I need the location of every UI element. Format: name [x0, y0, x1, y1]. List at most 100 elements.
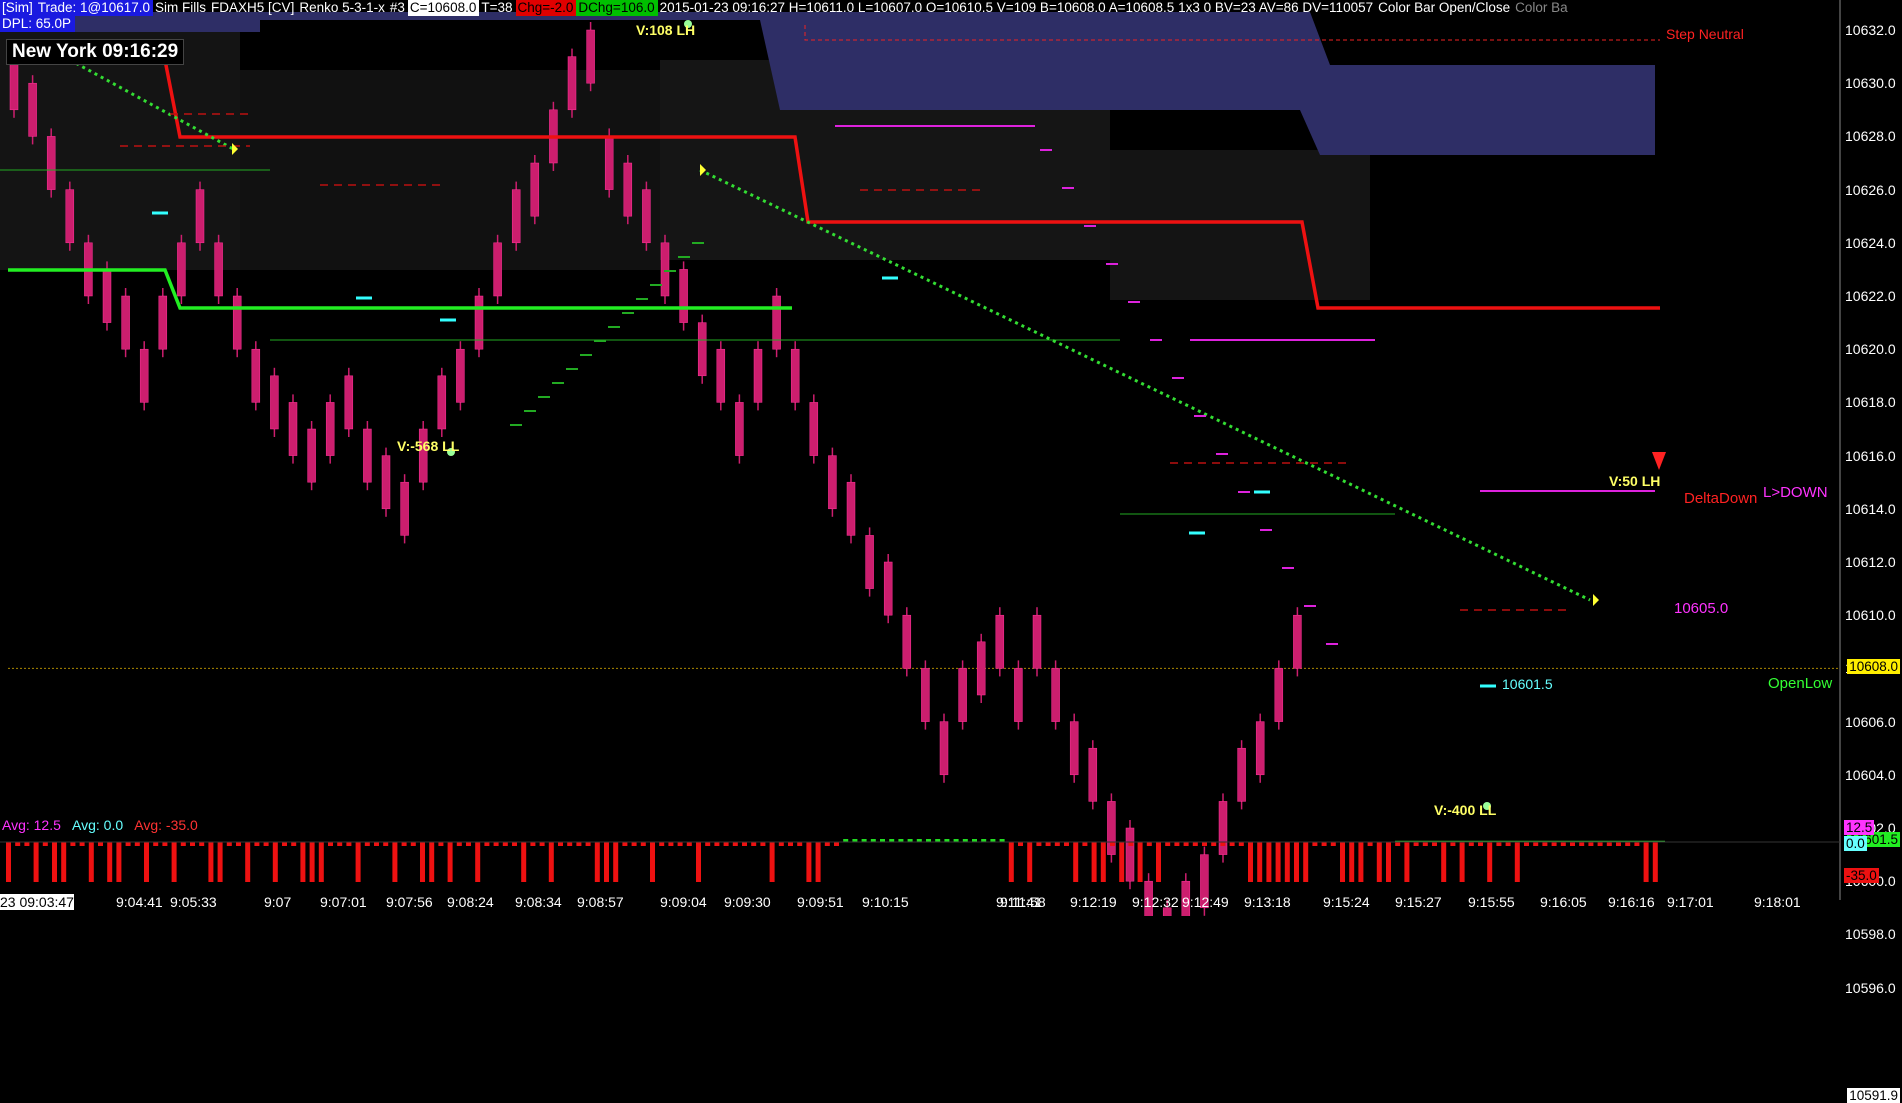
renko-brick	[289, 402, 297, 455]
delta-bar	[797, 842, 802, 846]
renko-brick	[642, 190, 650, 243]
delta-bar	[1110, 842, 1115, 846]
delta-bar	[162, 842, 167, 846]
volume-label-3: V:-400 LL	[1434, 802, 1496, 818]
time-tick: 9:09:04	[660, 894, 707, 910]
delta-bar	[70, 842, 75, 846]
delta-bar	[227, 842, 232, 846]
delta-bar	[89, 842, 94, 882]
delta-bar	[1202, 842, 1207, 846]
avg-magenta: Avg: 12.5	[2, 817, 61, 833]
renko-brick	[215, 243, 223, 296]
time-tick: 9:12:32	[1132, 894, 1179, 910]
price-tick: 10604.0	[1845, 767, 1896, 783]
price-tick: 10630.0	[1845, 75, 1896, 91]
renko-brick	[1293, 615, 1301, 668]
delta-bar	[484, 842, 489, 846]
time-tick: 9:08:34	[515, 894, 562, 910]
delta-bar	[705, 842, 710, 846]
time-tick: 9:18:01	[1754, 894, 1801, 910]
delta-bar	[494, 842, 499, 846]
delta-bar	[1239, 842, 1244, 846]
daily-change-value: DChg=106.0	[576, 0, 657, 16]
delta-bar	[760, 842, 765, 846]
delta-bar	[1616, 842, 1621, 846]
delta-bar	[1036, 842, 1041, 846]
renko-brick	[773, 296, 781, 349]
delta-bar	[1570, 842, 1575, 846]
delta-bar	[199, 842, 204, 846]
delta-bar	[429, 842, 434, 882]
delta-bar	[1220, 842, 1225, 846]
shade-zone-4	[1110, 150, 1370, 300]
price-marker-2: 10591.9	[1847, 1088, 1900, 1103]
delta-bar	[126, 842, 131, 846]
delta-bar	[1395, 842, 1400, 846]
delta-bar	[392, 842, 397, 882]
volume-label-1: V:108 LH	[636, 22, 695, 38]
renko-brick	[1052, 668, 1060, 721]
delta-bar	[733, 842, 738, 846]
delta-bar	[245, 842, 250, 882]
delta-bar	[107, 842, 112, 882]
clock: New York 09:16:29	[6, 39, 184, 65]
time-tick: 9:07	[264, 894, 291, 910]
delta-bar	[1634, 842, 1639, 846]
renko-brick	[382, 456, 390, 509]
delta-bar	[1625, 842, 1630, 846]
delta-bar	[1092, 842, 1097, 882]
renko-brick	[1126, 828, 1134, 881]
delta-bar	[135, 842, 140, 846]
delta-bar	[1450, 842, 1455, 846]
delta-bar	[1165, 842, 1170, 846]
renko-brick	[512, 190, 520, 243]
delta-bar	[1193, 842, 1198, 846]
delta-bar	[724, 842, 729, 846]
delta-bar	[1248, 842, 1253, 882]
price-tick: 10616.0	[1845, 448, 1896, 464]
delta-bar	[254, 842, 259, 846]
renko-brick	[1275, 668, 1283, 721]
time-tick: 9:15:27	[1395, 894, 1442, 910]
close-value: C=10608.0	[408, 0, 479, 16]
delta-volume-histogram	[0, 839, 1840, 882]
dpl-label: DPL: 65.0P	[0, 16, 75, 32]
renko-brick	[345, 376, 353, 429]
delta-bar	[1487, 842, 1492, 882]
delta-bar	[1294, 842, 1299, 882]
delta-bar	[1561, 842, 1566, 846]
renko-brick	[717, 349, 725, 402]
delta-bar	[1119, 842, 1124, 882]
delta-bar	[319, 842, 324, 882]
delta-bar	[282, 842, 287, 846]
delta-bar	[1018, 842, 1023, 846]
delta-bar	[328, 842, 333, 846]
delta-bar	[586, 842, 591, 846]
delta-bar	[172, 842, 177, 882]
delta-bar	[1276, 842, 1281, 882]
delta-bar	[1128, 842, 1133, 846]
time-tick: 9:05:33	[170, 894, 217, 910]
delta-bar	[622, 842, 627, 846]
delta-bar	[632, 842, 637, 846]
price-tick: 10626.0	[1845, 182, 1896, 198]
renko-brick	[438, 376, 446, 429]
delta-bar	[714, 842, 719, 846]
renko-brick	[1219, 801, 1227, 854]
delta-bar	[1156, 842, 1161, 882]
delta-bar	[687, 842, 692, 846]
renko-brick	[810, 402, 818, 455]
time-tick: 9:16:05	[1540, 894, 1587, 910]
renko-brick	[680, 269, 688, 322]
delta-bar	[742, 842, 747, 846]
renko-brick	[698, 323, 706, 376]
delta-bar	[1303, 842, 1308, 882]
price-chart[interactable]	[0, 0, 1902, 916]
price-tick: 10620.0	[1845, 341, 1896, 357]
renko-brick	[940, 722, 948, 775]
fills-label: Sim Fills	[153, 0, 209, 16]
renko-brick	[605, 136, 613, 189]
time-tick: 9:12:19	[1070, 894, 1117, 910]
time-tick: 9:11:58	[1000, 894, 1046, 910]
change-value: Chg=-2.0	[516, 0, 577, 16]
